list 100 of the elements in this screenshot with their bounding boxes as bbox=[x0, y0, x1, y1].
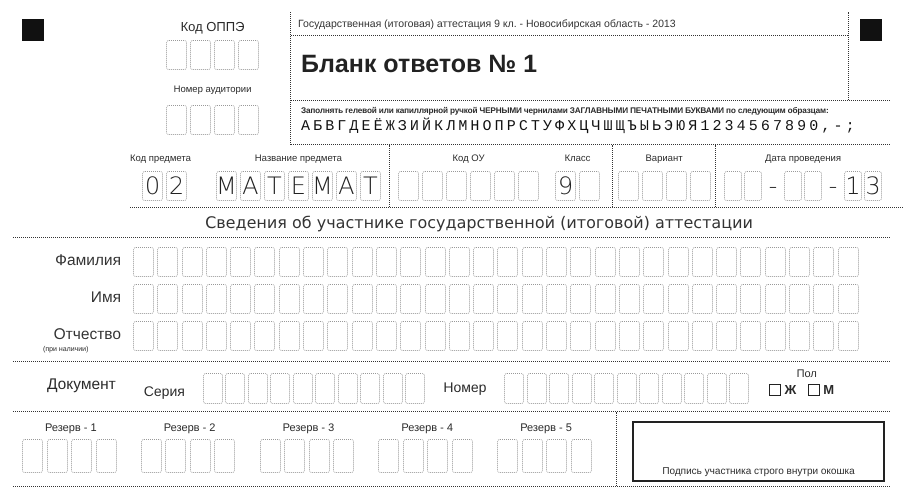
letter-box[interactable] bbox=[182, 247, 203, 277]
letter-box[interactable] bbox=[526, 373, 547, 404]
letter-box[interactable] bbox=[789, 321, 810, 351]
letter-box[interactable] bbox=[546, 439, 568, 473]
letter-box[interactable] bbox=[292, 373, 313, 404]
letter-box[interactable] bbox=[522, 284, 543, 314]
letter-box[interactable] bbox=[594, 284, 616, 314]
letter-box[interactable] bbox=[405, 373, 426, 404]
letter-box[interactable] bbox=[278, 284, 300, 314]
letter-box[interactable] bbox=[572, 373, 592, 404]
letter-box[interactable] bbox=[202, 373, 223, 404]
letter-box[interactable] bbox=[570, 247, 592, 277]
letter-box[interactable] bbox=[813, 247, 834, 277]
letter-box[interactable]: 2 bbox=[166, 171, 187, 201]
letter-box[interactable] bbox=[424, 284, 446, 314]
letter-box[interactable] bbox=[546, 321, 568, 351]
letter-box[interactable] bbox=[400, 284, 422, 314]
letter-box[interactable] bbox=[744, 171, 762, 201]
letter-box[interactable] bbox=[214, 40, 235, 70]
letter-box[interactable] bbox=[360, 373, 380, 404]
letter-box[interactable] bbox=[570, 321, 592, 351]
letter-box[interactable] bbox=[692, 247, 713, 277]
letter-box[interactable] bbox=[303, 247, 324, 277]
letter-box[interactable] bbox=[764, 284, 786, 314]
letter-box[interactable] bbox=[254, 321, 276, 351]
letter-box[interactable] bbox=[133, 284, 154, 314]
letter-box[interactable] bbox=[668, 284, 689, 314]
letter-box[interactable] bbox=[378, 439, 400, 473]
letter-box[interactable] bbox=[157, 321, 178, 351]
letter-box[interactable]: А bbox=[240, 171, 261, 201]
letter-box[interactable] bbox=[570, 284, 592, 314]
letter-box[interactable]: Е bbox=[288, 171, 309, 201]
letter-box[interactable] bbox=[424, 247, 446, 277]
letter-box[interactable] bbox=[497, 439, 518, 473]
checkbox[interactable] bbox=[769, 384, 782, 396]
letter-box[interactable] bbox=[398, 171, 419, 201]
letter-box[interactable] bbox=[642, 171, 662, 201]
letter-box[interactable] bbox=[140, 439, 162, 473]
letter-box[interactable] bbox=[470, 171, 491, 201]
letter-box[interactable] bbox=[327, 247, 348, 277]
letter-box[interactable] bbox=[668, 321, 689, 351]
letter-box[interactable] bbox=[278, 247, 300, 277]
letter-box[interactable] bbox=[690, 171, 710, 201]
letter-box[interactable] bbox=[813, 321, 834, 351]
letter-box[interactable] bbox=[666, 171, 686, 201]
letter-box[interactable] bbox=[594, 373, 614, 404]
checkbox[interactable] bbox=[808, 384, 820, 396]
letter-box[interactable] bbox=[382, 373, 403, 404]
letter-box[interactable] bbox=[549, 373, 570, 404]
letter-box[interactable]: 9 bbox=[555, 171, 576, 201]
letter-box[interactable] bbox=[402, 439, 424, 473]
letter-box[interactable] bbox=[230, 284, 252, 314]
letter-box[interactable]: Т bbox=[360, 171, 381, 201]
letter-box[interactable] bbox=[376, 321, 397, 351]
letter-box[interactable] bbox=[166, 105, 187, 135]
letter-box[interactable] bbox=[303, 284, 324, 314]
letter-box[interactable] bbox=[729, 373, 750, 404]
letter-box[interactable] bbox=[376, 247, 397, 277]
letter-box[interactable] bbox=[327, 284, 348, 314]
letter-box[interactable] bbox=[789, 247, 810, 277]
letter-box[interactable] bbox=[716, 247, 738, 277]
letter-box[interactable] bbox=[133, 247, 154, 277]
letter-box[interactable] bbox=[616, 373, 637, 404]
letter-box[interactable] bbox=[838, 247, 859, 277]
letter-box[interactable] bbox=[594, 321, 616, 351]
letter-box[interactable] bbox=[214, 439, 236, 473]
letter-box[interactable] bbox=[238, 105, 259, 135]
letter-box[interactable] bbox=[668, 247, 689, 277]
letter-box[interactable] bbox=[206, 321, 227, 351]
letter-box[interactable] bbox=[546, 247, 568, 277]
letter-box[interactable] bbox=[427, 439, 448, 473]
letter-box[interactable]: 0 bbox=[142, 171, 163, 201]
letter-box[interactable] bbox=[376, 284, 397, 314]
letter-box[interactable] bbox=[157, 247, 178, 277]
letter-box[interactable] bbox=[494, 171, 515, 201]
letter-box[interactable] bbox=[504, 373, 524, 404]
letter-box[interactable] bbox=[182, 284, 203, 314]
letter-box[interactable] bbox=[422, 171, 443, 201]
letter-box[interactable] bbox=[522, 321, 543, 351]
letter-box[interactable] bbox=[618, 171, 638, 201]
letter-box[interactable] bbox=[497, 247, 518, 277]
letter-box[interactable] bbox=[71, 439, 92, 473]
letter-box[interactable] bbox=[643, 321, 664, 351]
letter-box[interactable] bbox=[639, 373, 660, 404]
letter-box[interactable] bbox=[206, 284, 227, 314]
letter-box[interactable] bbox=[497, 284, 518, 314]
letter-box[interactable] bbox=[133, 321, 154, 351]
signature-box[interactable]: Подпись участника строго внутри окошка bbox=[632, 421, 885, 482]
letter-box[interactable] bbox=[214, 105, 235, 135]
letter-box[interactable] bbox=[473, 321, 494, 351]
letter-box[interactable] bbox=[662, 373, 682, 404]
letter-box[interactable] bbox=[190, 40, 211, 70]
letter-box[interactable] bbox=[22, 439, 43, 473]
letter-box[interactable]: 1 bbox=[844, 171, 862, 201]
letter-box[interactable] bbox=[270, 373, 290, 404]
letter-box[interactable] bbox=[789, 284, 810, 314]
letter-box[interactable] bbox=[248, 373, 268, 404]
letter-box[interactable] bbox=[692, 284, 713, 314]
letter-box[interactable]: Т bbox=[264, 171, 285, 201]
letter-box[interactable] bbox=[446, 171, 467, 201]
